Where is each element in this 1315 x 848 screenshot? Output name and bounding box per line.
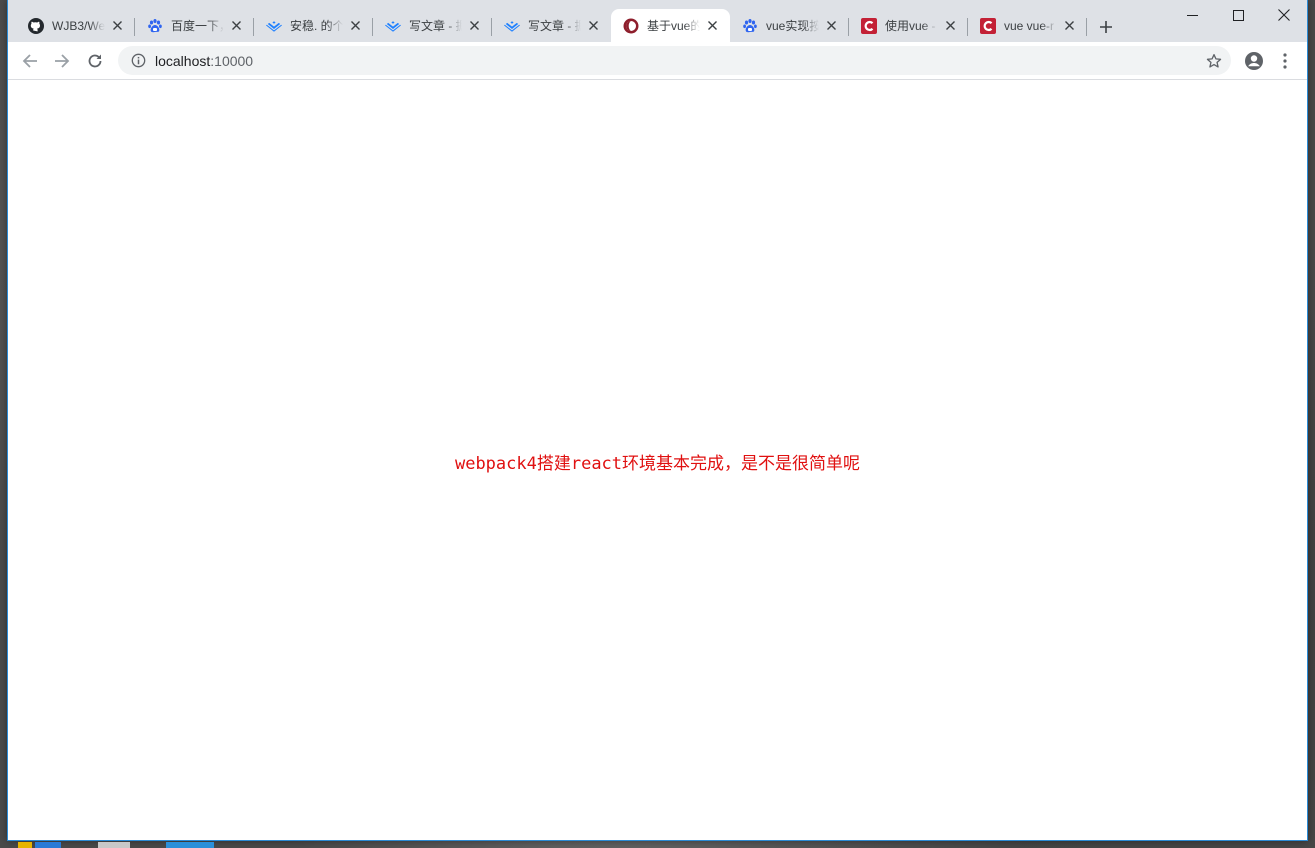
tab-close-button[interactable]	[823, 18, 839, 34]
tab-title: vue vue-r	[1004, 18, 1055, 33]
tab-close-button[interactable]	[109, 18, 125, 34]
juejin-icon	[504, 18, 520, 34]
account-circle-icon	[1245, 52, 1263, 70]
url-text[interactable]: localhost:10000	[155, 53, 253, 69]
close-icon	[707, 21, 717, 30]
url-port: :10000	[210, 52, 254, 69]
tab[interactable]: 使用vue - c	[849, 9, 968, 42]
csdn-icon	[861, 17, 877, 34]
tab[interactable]: 百度一下，你就知道	[135, 9, 254, 42]
url-host: localhost	[155, 52, 211, 69]
tab-title: 安稳. 的个人中心	[290, 19, 343, 33]
tab-title: 写文章 - 掘金	[528, 19, 581, 33]
new-tab-button[interactable]	[1095, 16, 1117, 38]
tab-close-button[interactable]	[228, 18, 244, 34]
tab-close-button[interactable]	[942, 18, 958, 34]
menu-button[interactable]	[1271, 47, 1299, 75]
window-close-button[interactable]	[1261, 0, 1307, 30]
bookmark-star-icon[interactable]	[1205, 52, 1223, 70]
tab-title: 基于vue的	[647, 19, 700, 33]
baidu-paw-icon	[147, 18, 163, 34]
tab-title: WJB3/Webpack4-Rea	[52, 18, 105, 33]
tab[interactable]: 写文章 - 掘金	[373, 9, 492, 42]
reload-icon	[88, 54, 102, 68]
close-icon	[112, 21, 122, 30]
close-icon	[469, 21, 479, 30]
tab-strip: WJB3/Webpack4-Rea 百度一下，你就知道 安稳. 的个人中心 写文章 -…	[8, 0, 1307, 42]
close-icon	[350, 21, 360, 30]
arrow-right-icon	[55, 54, 70, 68]
taskbar-app-notepad[interactable]	[98, 842, 130, 848]
taskbar-app-window[interactable]	[35, 842, 61, 848]
profile-button[interactable]	[1240, 47, 1268, 75]
back-button[interactable]	[16, 47, 44, 75]
tab-title: 使用vue - c	[885, 19, 938, 33]
close-icon	[945, 21, 955, 30]
tab[interactable]: vue实现按	[730, 9, 849, 42]
forward-button[interactable]	[48, 47, 76, 75]
taskbar-app-explorer[interactable]	[18, 842, 32, 848]
taskbar-app-browser[interactable]	[166, 842, 214, 848]
minimize-icon	[1186, 14, 1198, 16]
maximize-button[interactable]	[1215, 0, 1261, 30]
tab[interactable]: 安稳. 的个人中心	[254, 9, 373, 42]
kebab-menu-icon	[1283, 53, 1287, 69]
tab-close-button[interactable]	[466, 18, 482, 34]
firefox-like-icon	[623, 18, 639, 34]
taskbar-peek	[0, 840, 1315, 848]
reload-button[interactable]	[81, 47, 109, 75]
tab[interactable]: vue vue-r	[968, 9, 1087, 42]
minimize-button[interactable]	[1169, 0, 1215, 30]
close-icon	[588, 21, 598, 30]
juejin-icon	[385, 18, 401, 34]
arrow-left-icon	[22, 54, 37, 68]
tab-close-button[interactable]	[704, 18, 720, 34]
tab-title: 写文章 - 掘金	[409, 19, 462, 33]
baidu-paw-icon	[742, 18, 758, 34]
juejin-icon	[266, 18, 282, 34]
page-content: webpack4搭建react环境基本完成，是不是很简单呢	[8, 80, 1307, 840]
address-bar[interactable]: localhost:10000	[118, 46, 1231, 75]
tab-title: vue实现按	[766, 19, 819, 33]
close-icon	[231, 21, 241, 30]
github-icon	[28, 17, 44, 34]
tab[interactable]: WJB3/Webpack4-Rea	[16, 9, 135, 42]
close-icon	[1064, 21, 1074, 30]
tab[interactable]: 写文章 - 掘金	[492, 9, 611, 42]
tab-close-button[interactable]	[347, 18, 363, 34]
maximize-icon	[1232, 9, 1244, 21]
tab-title: 百度一下，你就知道	[171, 19, 224, 33]
browser-toolbar: localhost:10000	[8, 42, 1307, 80]
browser-window: WJB3/Webpack4-Rea 百度一下，你就知道 安稳. 的个人中心 写文章 -…	[7, 0, 1308, 841]
tab-close-button[interactable]	[1061, 18, 1077, 34]
tab-close-button[interactable]	[585, 18, 601, 34]
plus-icon	[1100, 21, 1112, 33]
app-message: webpack4搭建react环境基本完成，是不是很简单呢	[454, 454, 861, 474]
csdn-icon	[980, 17, 996, 34]
tab[interactable]: 基于vue的	[611, 9, 730, 42]
close-icon	[1278, 9, 1290, 21]
info-icon[interactable]	[130, 53, 146, 69]
close-icon	[826, 21, 836, 30]
tab-list: WJB3/Webpack4-Rea 百度一下，你就知道 安稳. 的个人中心 写文章 -…	[16, 9, 1087, 42]
